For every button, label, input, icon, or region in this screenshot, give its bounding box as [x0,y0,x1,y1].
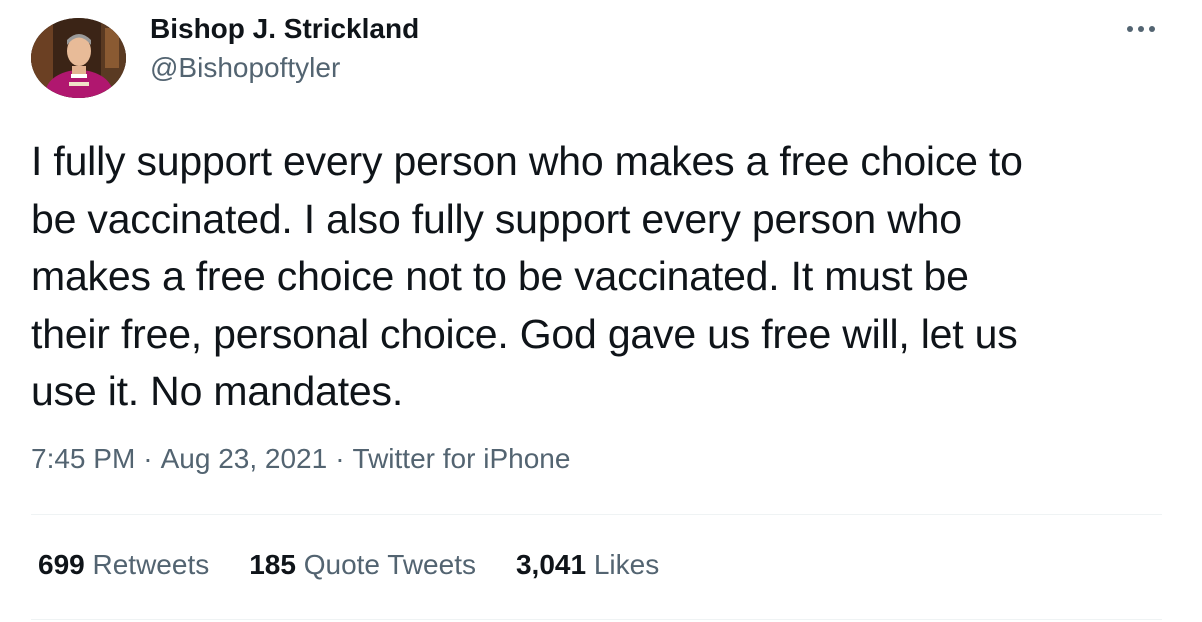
divider [31,619,1162,620]
tweet-time-link[interactable]: 7:45 PM [31,443,135,474]
quote-tweets-count: 185 [249,549,296,580]
likes-count: 3,041 [515,549,587,580]
avatar-image [31,18,126,98]
retweets-stat[interactable]: 699 Retweets [38,549,209,581]
tweet-card: Bishop J. Strickland @Bishopoftyler I fu… [0,0,1202,622]
tweet-date-link[interactable]: Aug 23, 2021 [161,443,328,474]
meta-separator: · [335,443,345,474]
meta-separator: · [143,443,153,474]
divider [31,514,1162,515]
more-options-button[interactable] [1118,14,1164,44]
retweets-label: Retweets [92,549,210,580]
more-horizontal-icon [1127,26,1133,32]
author-handle[interactable]: @Bishopoftyler [150,52,340,84]
tweet-source-link[interactable]: Twitter for iPhone [353,443,571,474]
more-horizontal-icon-dot [1149,26,1155,32]
more-horizontal-icon-dot [1138,26,1144,32]
likes-stat[interactable]: 3,041 Likes [516,549,659,581]
likes-label: Likes [593,549,660,580]
avatar[interactable] [31,18,126,98]
tweet-text: I fully support every person who makes a… [31,138,1023,414]
quote-tweets-label: Quote Tweets [303,549,476,580]
retweets-count: 699 [38,549,85,580]
tweet-metadata: 7:45 PM · Aug 23, 2021 · Twitter for iPhone [31,443,570,475]
tweet-stats: 699 Retweets 185 Quote Tweets 3,041 Like… [38,549,699,581]
author-display-name[interactable]: Bishop J. Strickland [150,13,419,45]
quote-tweets-stat[interactable]: 185 Quote Tweets [249,549,476,581]
